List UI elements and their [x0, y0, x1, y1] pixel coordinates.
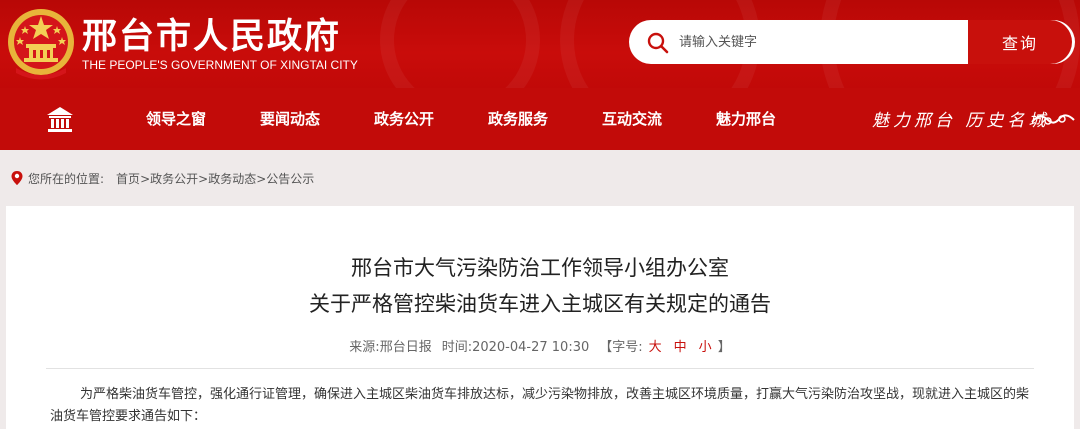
nav-item-leaders[interactable]: 领导之窗: [146, 108, 206, 129]
article-meta: 来源:邢台日报 时间:2020-04-27 10:30 【字号: 大中小】: [6, 336, 1074, 355]
nav-item-interaction[interactable]: 互动交流: [602, 108, 662, 129]
breadcrumb-home[interactable]: 首页: [116, 172, 140, 186]
breadcrumb-label: 您所在的位置:: [28, 172, 105, 186]
home-building-icon[interactable]: [45, 104, 75, 134]
site-header: 邢台市人民政府 THE PEOPLE'S GOVERNMENT OF XINGT…: [0, 0, 1080, 88]
source-value: 邢台日报: [379, 340, 432, 355]
header-decoration: [380, 0, 540, 88]
font-size-close: 】: [717, 340, 731, 355]
main-nav: 领导之窗 要闻动态 政务公开 政务服务 互动交流 魅力邢台 魅力邢台 历史名城: [0, 88, 1080, 150]
nav-item-services[interactable]: 政务服务: [488, 108, 548, 129]
nav-slogan: 魅力邢台 历史名城: [872, 111, 1050, 131]
search-input[interactable]: [679, 30, 959, 54]
font-size-large-button[interactable]: 大: [649, 340, 662, 355]
article-title-line1: 邢台市大气污染防治工作领导小组办公室: [351, 256, 729, 280]
nav-item-gov-affairs[interactable]: 政务公开: [374, 108, 434, 129]
divider: [46, 368, 1034, 369]
breadcrumb-announcements[interactable]: 公告公示: [266, 172, 314, 186]
breadcrumb-separator: >: [140, 172, 151, 186]
breadcrumb-separator: >: [198, 172, 209, 186]
font-size-label: 【字号:: [599, 340, 643, 355]
font-size-medium-button[interactable]: 中: [674, 340, 687, 355]
search-box: 查询: [629, 20, 1075, 64]
national-emblem-icon[interactable]: [6, 6, 76, 82]
search-button[interactable]: 查询: [968, 20, 1072, 64]
site-subtitle: THE PEOPLE'S GOVERNMENT OF XINGTAI CITY: [82, 58, 358, 72]
breadcrumb-gov-affairs[interactable]: 政务公开: [150, 172, 198, 186]
article-body: 为严格柴油货车管控，强化通行证管理，确保进入主城区柴油货车排放达标，减少污染物排…: [50, 387, 1030, 424]
search-icon: [647, 32, 669, 54]
font-size-small-button[interactable]: 小: [699, 340, 712, 355]
site-title[interactable]: 邢台市人民政府: [82, 8, 341, 59]
nav-item-charm-xingtai[interactable]: 魅力邢台: [716, 108, 776, 129]
article-card: 邢台市大气污染防治工作领导小组办公室 关于严格管控柴油货车进入主城区有关规定的通…: [6, 206, 1074, 429]
nav-item-news[interactable]: 要闻动态: [260, 108, 320, 129]
time-label: 时间:: [441, 340, 473, 355]
article-title-line2: 关于严格管控柴油货车进入主城区有关规定的通告: [309, 292, 771, 316]
cloud-ornament-icon: [1031, 114, 1075, 125]
location-pin-icon: [11, 171, 23, 185]
time-value: 2020-04-27 10:30: [472, 340, 590, 355]
source-label: 来源:: [349, 340, 380, 355]
breadcrumb-gov-news[interactable]: 政务动态: [208, 172, 256, 186]
breadcrumb: 您所在的位置: 首页>政务公开>政务动态>公告公示: [10, 170, 314, 187]
breadcrumb-separator: >: [256, 172, 267, 186]
